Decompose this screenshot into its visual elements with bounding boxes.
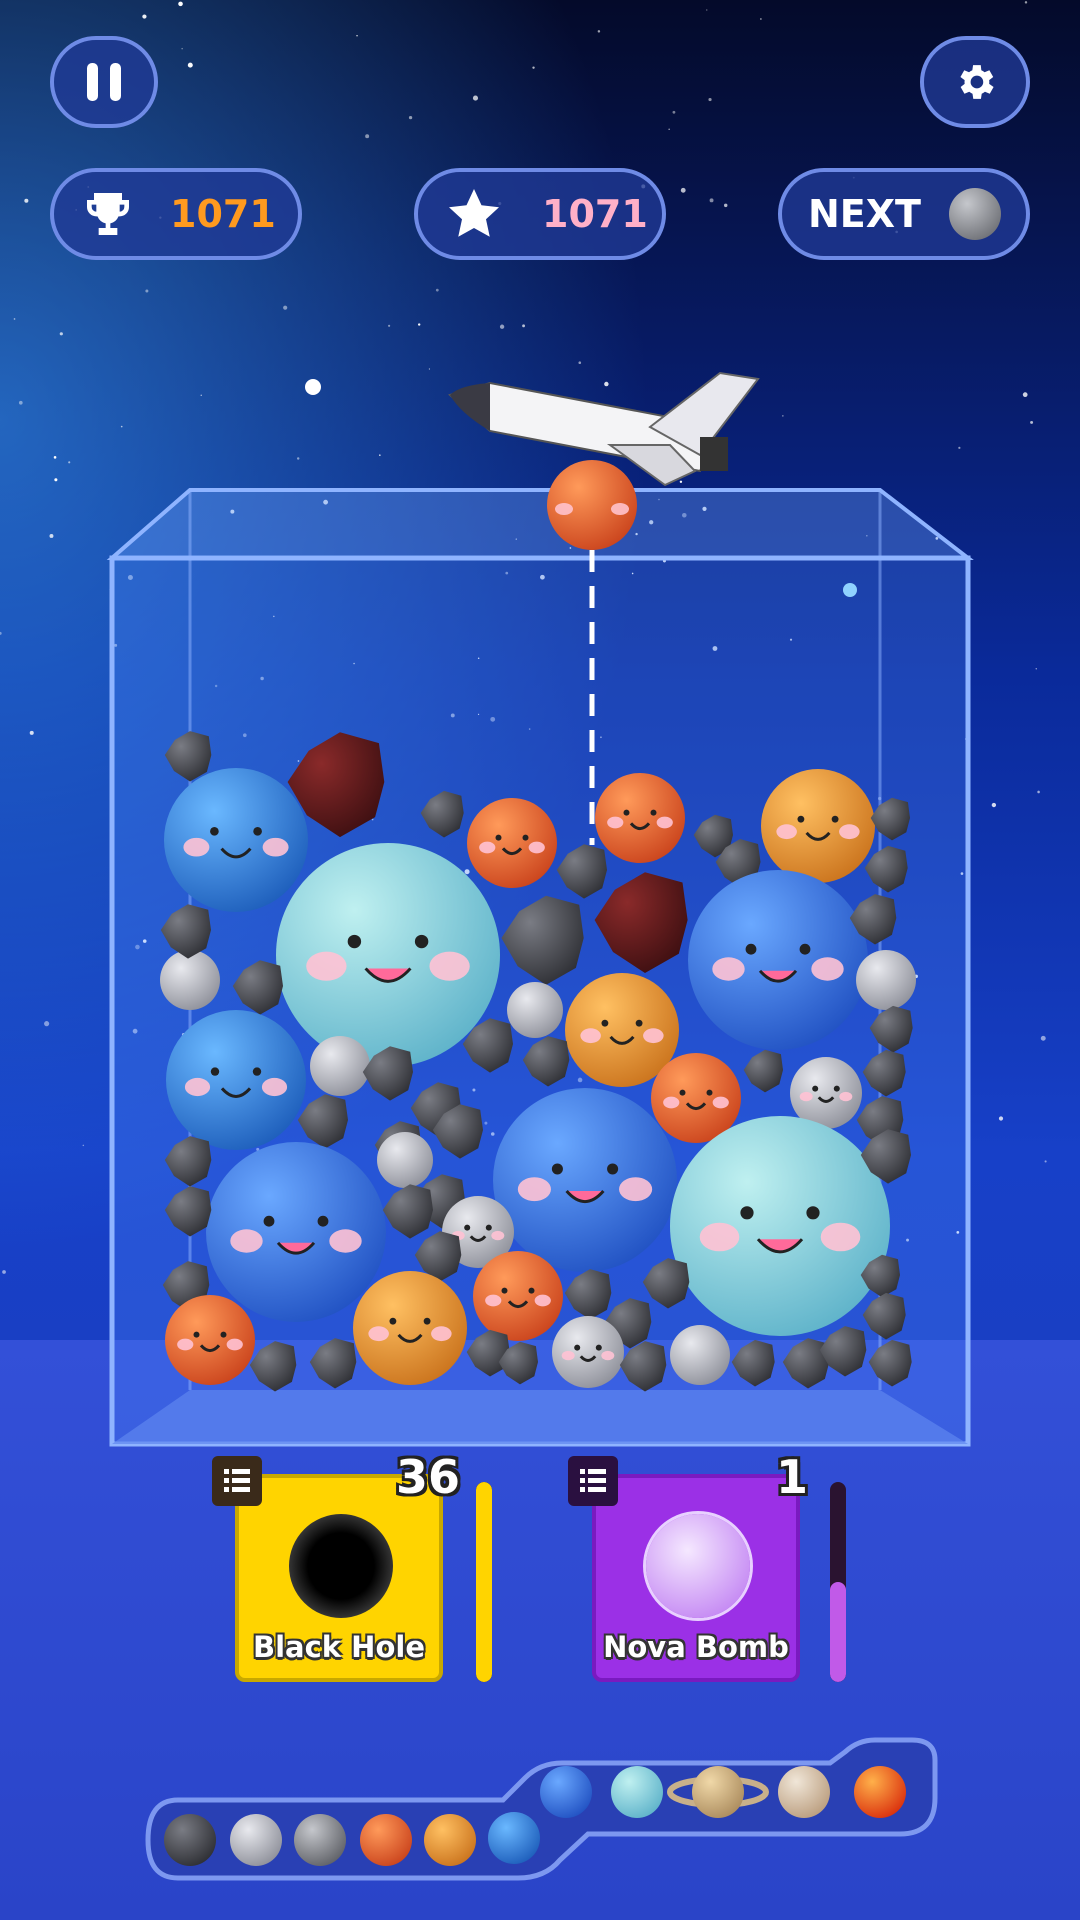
next-planet-icon	[948, 188, 1001, 240]
nova-bomb-card[interactable]: Nova Bomb	[592, 1474, 800, 1682]
black-hole-meter	[476, 1482, 492, 1682]
game-scene[interactable]	[0, 0, 1080, 1920]
jupiter-icon	[778, 1766, 830, 1818]
nova-bomb-label: Nova Bomb	[603, 1630, 789, 1664]
neptune-icon	[540, 1766, 592, 1818]
nova-bomb-meter	[830, 1482, 846, 1682]
black-hole-icon	[289, 1514, 393, 1618]
mars-icon	[360, 1814, 412, 1866]
black-hole-info-button[interactable]	[212, 1456, 262, 1506]
next-label: NEXT	[808, 192, 921, 236]
black-hole-card[interactable]: Black Hole	[235, 1474, 443, 1682]
black-hole-meter-fill	[476, 1482, 492, 1682]
nova-bomb-meter-fill	[830, 1582, 846, 1682]
score-value: 1071	[542, 192, 648, 236]
black-hole-label: Black Hole	[253, 1630, 425, 1664]
uranus-icon	[611, 1766, 663, 1818]
mercury-icon	[294, 1814, 346, 1866]
list-icon	[580, 1469, 606, 1492]
asteroid-icon	[164, 1814, 216, 1866]
pause-button[interactable]	[50, 36, 158, 128]
nova-bomb-count: 1	[776, 1450, 809, 1504]
earth-icon	[488, 1812, 540, 1864]
sun-icon	[854, 1766, 906, 1818]
nova-bomb-info-button[interactable]	[568, 1456, 618, 1506]
dropping-planet[interactable]	[547, 460, 637, 550]
best-score-value: 1071	[170, 192, 276, 236]
pause-icon	[87, 63, 121, 101]
gear-icon	[960, 65, 994, 99]
star-icon	[449, 189, 499, 237]
settings-button[interactable]	[920, 36, 1030, 128]
trophy-icon	[87, 193, 129, 235]
nova-bomb-icon	[646, 1514, 750, 1618]
next-planet-panel: NEXT	[778, 168, 1030, 260]
black-hole-count: 36	[396, 1450, 461, 1504]
venus-icon	[424, 1814, 476, 1866]
list-icon	[224, 1469, 250, 1492]
moon-icon	[230, 1814, 282, 1866]
score-panel: 1071	[414, 168, 666, 260]
best-score-panel: 1071	[50, 168, 302, 260]
